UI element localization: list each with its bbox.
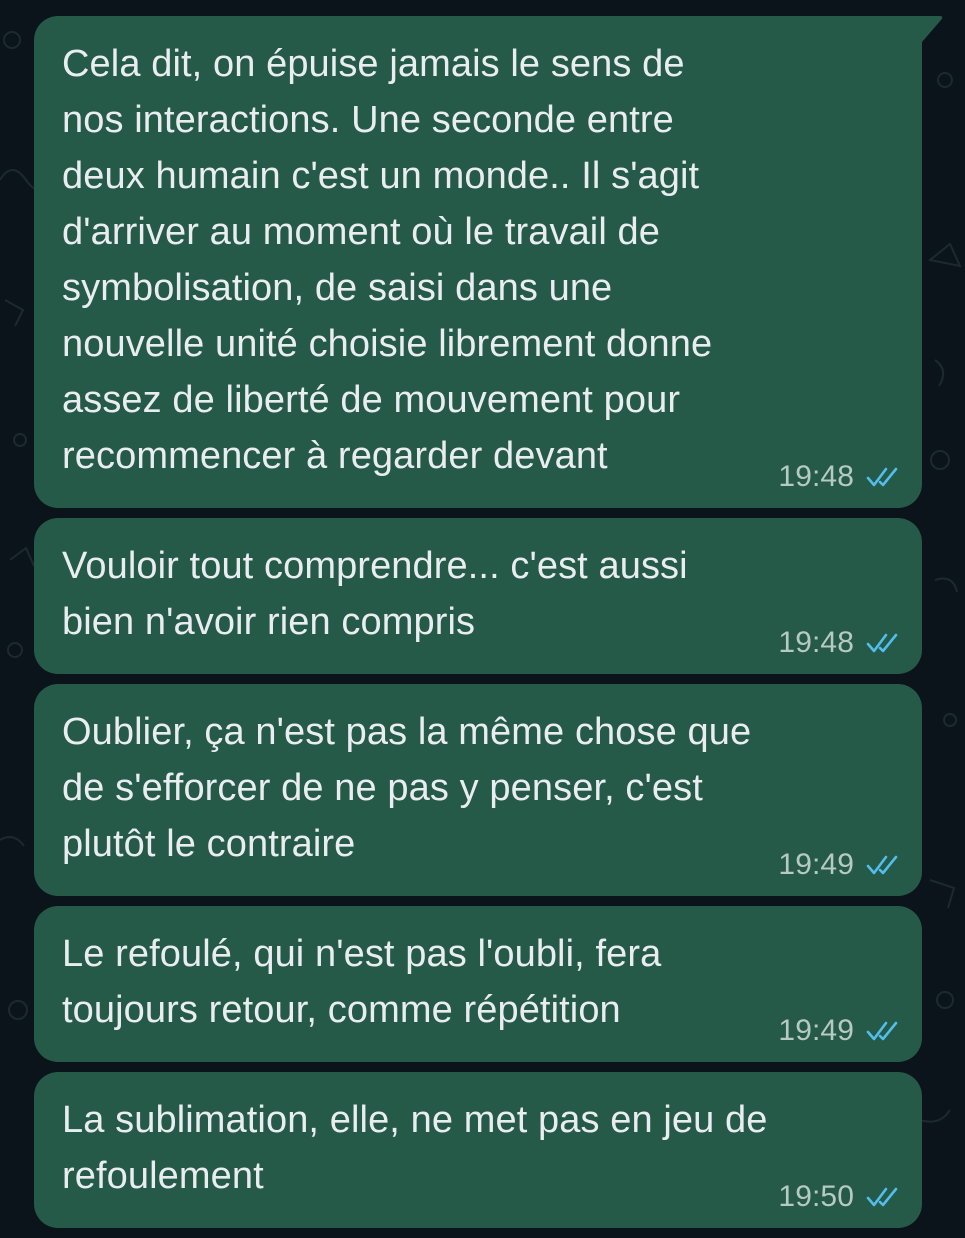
message-timestamp: 19:50	[778, 1180, 854, 1213]
message-list[interactable]: Cela dit, on épuise jamais le sens de no…	[34, 16, 943, 1238]
message-bubble-outgoing[interactable]: Le refoulé, qui n'est pas l'oubli, fera …	[34, 906, 922, 1062]
message-meta: 19:49	[778, 848, 902, 882]
double-check-read-icon	[866, 1021, 898, 1041]
message-timestamp: 19:48	[778, 626, 854, 659]
message-meta: 19:48	[778, 626, 902, 660]
double-check-read-icon	[866, 633, 898, 653]
message-text: La sublimation, elle, ne met pas en jeu …	[62, 1099, 768, 1197]
message-meta: 19:50	[778, 1180, 902, 1214]
message-meta: 19:48	[778, 460, 902, 494]
message-timestamp: 19:49	[778, 848, 854, 881]
message-bubble-outgoing[interactable]: Cela dit, on épuise jamais le sens de no…	[34, 16, 943, 508]
message-text: Oublier, ça n'est pas la même chose que …	[62, 711, 752, 865]
message-text: Vouloir tout comprendre... c'est aussi b…	[62, 545, 688, 643]
message-text: Cela dit, on épuise jamais le sens de no…	[62, 43, 713, 477]
message-text: Le refoulé, qui n'est pas l'oubli, fera …	[62, 933, 662, 1031]
message-meta: 19:49	[778, 1014, 902, 1048]
message-timestamp: 19:48	[778, 460, 854, 493]
message-bubble-outgoing[interactable]: Vouloir tout comprendre... c'est aussi b…	[34, 518, 922, 674]
bubble-tail-icon	[920, 16, 943, 42]
double-check-read-icon	[866, 467, 898, 487]
message-bubble-outgoing[interactable]: Oublier, ça n'est pas la même chose que …	[34, 684, 922, 896]
message-bubble-outgoing[interactable]: La sublimation, elle, ne met pas en jeu …	[34, 1072, 922, 1228]
double-check-read-icon	[866, 1187, 898, 1207]
message-timestamp: 19:49	[778, 1014, 854, 1047]
double-check-read-icon	[866, 855, 898, 875]
